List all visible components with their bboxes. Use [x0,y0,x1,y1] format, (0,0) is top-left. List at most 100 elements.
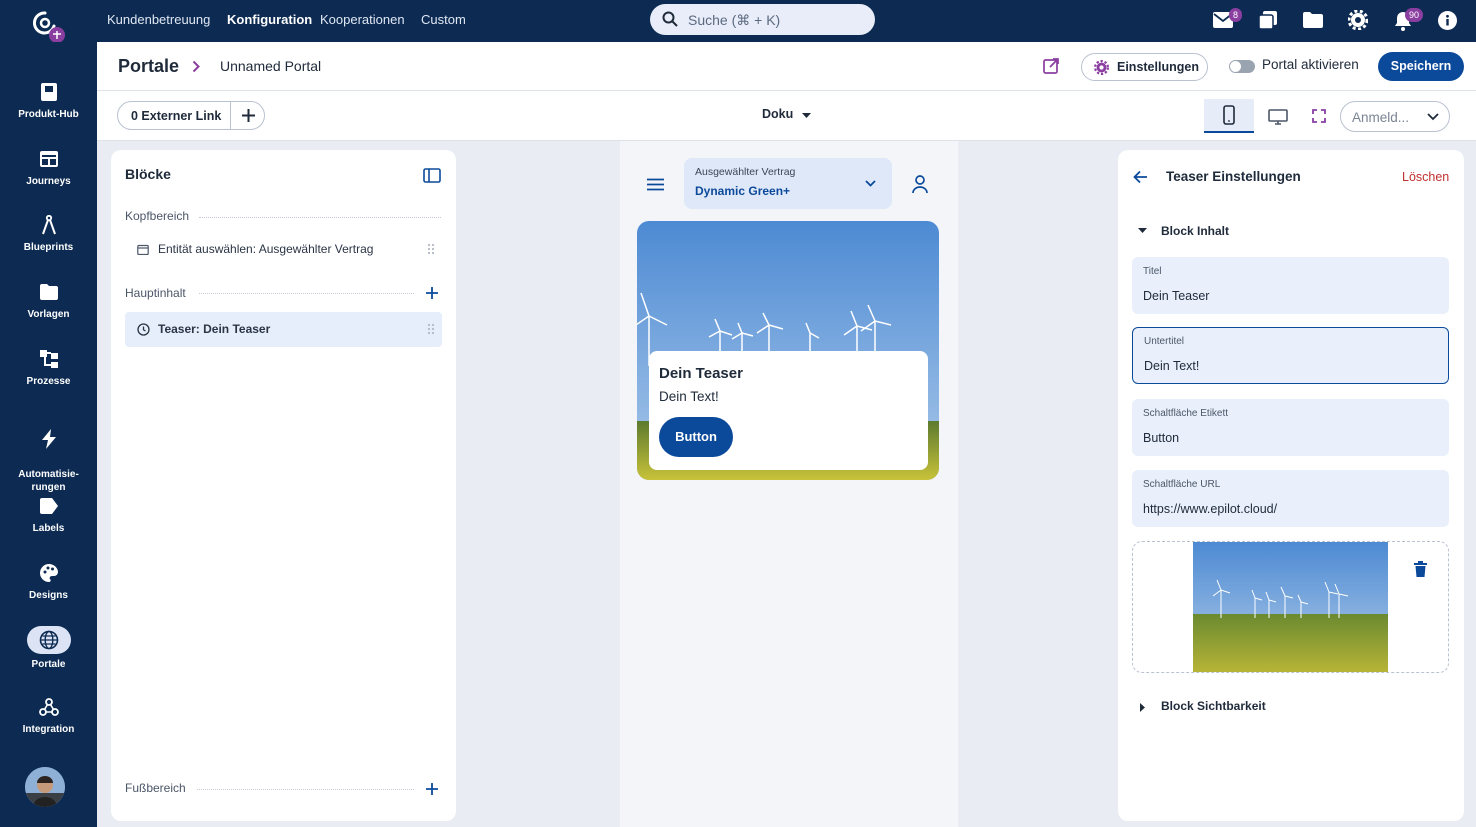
field-value: Dein Text! [1144,359,1200,373]
breadcrumb-root[interactable]: Portale [118,56,179,77]
epilot-logo-icon[interactable] [30,9,66,45]
sidebar-item-label: Vorlagen [27,309,70,320]
sidebar-item-automatisierungen[interactable]: Automatisie- rungen [0,416,97,507]
teaser-text: Dein Text! [659,389,719,404]
title-field[interactable]: Titel Dein Teaser [1132,257,1449,314]
caret-down-icon[interactable] [1138,228,1147,234]
nav-link-kundenbetreuung[interactable]: Kundenbetreuung [107,12,210,27]
login-select-value: Anmeld... [1352,110,1410,125]
field-label: Schaltfläche URL [1143,479,1221,490]
caret-right-icon[interactable] [1140,703,1146,712]
webhook-icon [38,697,59,717]
main-sidebar: Produkt-Hub Journeys Blueprints Vorlagen… [0,42,97,827]
copy-icon[interactable] [1258,10,1278,30]
user-avatar[interactable] [25,767,65,807]
settings-button[interactable]: Einstellungen [1081,53,1208,81]
block-item-teaser[interactable]: Teaser: Dein Teaser [125,312,442,347]
field-value: https://www.epilot.cloud/ [1143,502,1278,516]
external-link-button[interactable]: 0 Externer Link [131,109,221,123]
contract-selector[interactable]: Ausgewählter Vertrag Dynamic Green+ [684,158,892,209]
contract-selector-value: Dynamic Green+ [695,184,791,198]
block-visibility-section[interactable]: Block Sichtbarkeit [1161,699,1266,713]
contract-selector-label: Ausgewählter Vertrag [695,166,796,178]
teaser-icon [137,323,150,336]
mobile-view-tab[interactable] [1204,99,1254,133]
drag-handle-icon[interactable] [427,243,435,255]
chevron-right-icon [192,60,200,73]
block-item-entity-select[interactable]: Entität auswählen: Ausgewählter Vertrag [125,237,442,261]
sidebar-item-journeys[interactable]: Journeys [0,149,97,188]
add-link-icon[interactable] [241,108,256,123]
hamburger-menu-icon[interactable] [647,178,664,191]
save-button[interactable]: Speichern [1378,52,1464,81]
divider [230,102,231,129]
folder-top-icon[interactable] [1303,12,1323,28]
box-icon [39,82,59,102]
sidebar-item-label: Prozesse [26,376,71,387]
search-placeholder: Suche (⌘ + K) [688,12,781,28]
toggle-label: Portal aktivieren [1262,57,1359,72]
image-upload-area[interactable] [1132,541,1449,673]
gear-icon[interactable] [1348,10,1368,30]
field-value: Button [1143,431,1180,445]
button-label-field[interactable]: Schaltfläche Etikett Button [1132,399,1449,456]
teaser-content-box: Dein Teaser Dein Text! Button [649,351,928,470]
settings-button-label: Einstellungen [1117,60,1199,74]
page-select[interactable]: Doku [762,107,793,121]
info-icon[interactable] [1438,11,1457,30]
delete-block-button[interactable]: Löschen [1402,170,1449,184]
field-label: Schaltfläche Etikett [1143,408,1229,419]
sidebar-item-label: Journeys [26,176,71,187]
nav-link-kooperationen[interactable]: Kooperationen [320,12,405,27]
sidebar-item-labels[interactable]: Labels [0,496,97,535]
block-content-section[interactable]: Block Inhalt [1161,224,1229,238]
arrow-left-icon[interactable] [1133,170,1148,184]
block-item-label: Entität auswählen: Ausgewählter Vertrag [158,242,374,256]
sidebar-item-designs[interactable]: Designs [0,563,97,602]
nav-link-custom[interactable]: Custom [421,12,466,27]
breadcrumb-current: Unnamed Portal [220,58,322,74]
sidebar-item-prozesse[interactable]: Prozesse [0,349,97,388]
compass-icon [39,215,59,235]
label-icon [39,496,59,516]
desktop-icon[interactable] [1268,109,1288,125]
external-open-icon[interactable] [1043,58,1059,74]
add-footer-block-icon[interactable] [425,782,439,796]
sidebar-item-label: Labels [32,523,65,534]
fullscreen-icon[interactable] [1312,109,1326,123]
sidebar-item-integration[interactable]: Integration [0,697,97,736]
sidebar-item-vorlagen[interactable]: Vorlagen [0,282,97,321]
teaser-button[interactable]: Button [659,417,733,457]
user-icon[interactable] [912,175,928,194]
sidebar-item-blueprints[interactable]: Blueprints [0,215,97,254]
process-icon [39,349,59,369]
drag-handle-icon[interactable] [427,323,435,335]
mobile-preview: Ausgewählter Vertrag Dynamic Green+ Dein… [620,141,958,827]
palette-icon [39,563,59,583]
sidebar-item-label: Integration [22,724,75,735]
mail-badge: 8 [1229,8,1243,22]
nav-link-konfiguration[interactable]: Konfiguration [227,12,312,27]
sidebar-toggle-icon[interactable] [423,168,441,183]
calendar-icon [137,244,149,255]
chevron-down-icon [1427,113,1439,121]
divider [197,789,414,790]
add-main-block-icon[interactable] [425,286,439,300]
settings-panel-title: Teaser Einstellungen [1166,169,1301,184]
portal-activate-toggle[interactable] [1229,60,1255,73]
blocks-panel-title: Blöcke [125,166,171,182]
sidebar-item-produkt-hub[interactable]: Produkt-Hub [0,82,97,121]
trash-icon[interactable] [1414,561,1427,577]
page-header: Portale Unnamed Portal Einstellungen Por… [97,42,1476,91]
notification-badge: 90 [1405,8,1424,22]
sidebar-item-label: Blueprints [23,242,74,253]
button-url-field[interactable]: Schaltfläche URL https://www.epilot.clou… [1132,470,1449,527]
external-link-group: 0 Externer Link [117,101,265,130]
folder-icon [39,282,59,302]
sidebar-item-portale[interactable]: Portale [0,626,97,671]
global-search[interactable]: Suche (⌘ + K) [650,4,875,35]
subtitle-field[interactable]: Untertitel Dein Text! [1132,327,1449,384]
divider [199,293,414,294]
bolt-icon [39,429,59,449]
login-select[interactable]: Anmeld... [1340,101,1450,132]
